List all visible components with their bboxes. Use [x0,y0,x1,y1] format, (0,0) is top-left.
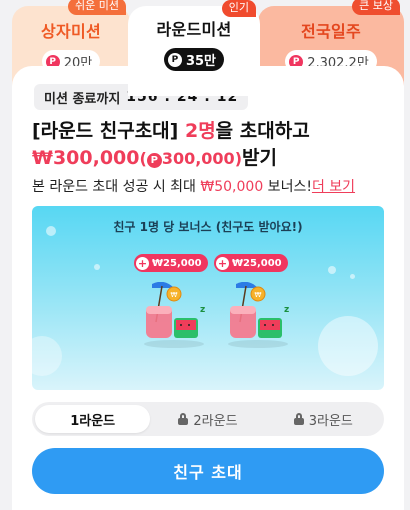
bonus-chip: + ₩25,000 [214,254,288,272]
sub-text: 본 라운드 초대 성공 시 최대 [32,179,201,195]
tab-title: 상자미션 [40,22,102,41]
bonus-banner: 친구 1명 당 보너스 (친구도 받아요!) + ₩25,000 + ₩25,0… [32,206,384,390]
tab-title: 전국일주 [300,22,362,41]
svg-text:₩: ₩ [255,291,262,299]
headline-suffix: 받기 [242,147,277,169]
mission-headline: [라운드 친구초대] 2명을 초대하고 ₩300,000(P 300,000)받기 [32,118,392,172]
bonus-chip: + ₩25,000 [134,254,208,272]
tropical-drink-icon: ₩ z [228,282,289,348]
timer-label: 미션 종료까지 [44,91,121,107]
tab-reward-pill: P 35만 [163,48,225,71]
svg-text:₩: ₩ [171,291,178,299]
banner-title: 친구 1명 당 보너스 (친구도 받아요!) [113,220,303,234]
bubble-decoration [350,274,355,279]
svg-text:z: z [284,305,289,315]
round-2-tab[interactable]: 2라운드 [150,405,265,433]
tab-round-mission[interactable]: 인기 라운드미션 P 35만 [128,0,260,96]
bonus-chip-amount: ₩25,000 [232,257,282,269]
svg-text:z: z [200,305,205,315]
headline-part1: [라운드 친구초대] [32,120,185,142]
point-coin-icon: P [167,52,182,67]
bubble-decoration [318,316,378,376]
bubble-decoration [94,264,100,270]
lock-icon [178,413,189,425]
bubble-decoration [328,266,336,274]
point-coin-icon: P [146,153,162,168]
round-label: 3라운드 [308,413,353,429]
round-label: 2라운드 [193,413,238,429]
tab-reward: 35만 [185,54,217,69]
headline-paren-close: ) [234,149,242,168]
headline-point-amount: 300,000 [161,149,235,168]
round-3-tab[interactable]: 3라운드 [266,405,381,433]
round-selector: 1라운드 2라운드 3라운드 [32,402,384,436]
tab-badge: 인기 [221,0,256,17]
round-label: 1라운드 [70,413,116,429]
headline-count: 2명 [184,120,216,142]
tropical-drink-icon: ₩ z [144,282,205,348]
tab-badge: 큰 보상 [352,0,400,15]
bubble-decoration [32,336,62,376]
sub-amount: ₩50,000 [200,179,264,195]
plus-icon: + [216,256,229,270]
bonus-chip-amount: ₩25,000 [152,257,202,269]
tab-title: 라운드미션 [156,20,232,39]
headline-part2: 을 초대하고 [215,120,310,142]
headline-amount: ₩300,000 [32,147,140,169]
headline-paren-open: ( [139,149,147,168]
plus-icon: + [136,256,149,270]
round-1-tab[interactable]: 1라운드 [35,405,151,433]
sub-text2: 보너스! [263,179,312,195]
bonus-description: 본 라운드 초대 성공 시 최대 ₩50,000 보너스!더 보기 [32,176,355,196]
invite-friend-button[interactable]: 친구 초대 [32,448,384,494]
mission-card: 미션 종료까지 156 : 24 : 12 [라운드 친구초대] 2명을 초대하… [12,66,404,510]
tab-badge: 쉬운 미션 [68,0,126,15]
more-link[interactable]: 더 보기 [312,179,355,195]
lock-icon [293,413,304,425]
